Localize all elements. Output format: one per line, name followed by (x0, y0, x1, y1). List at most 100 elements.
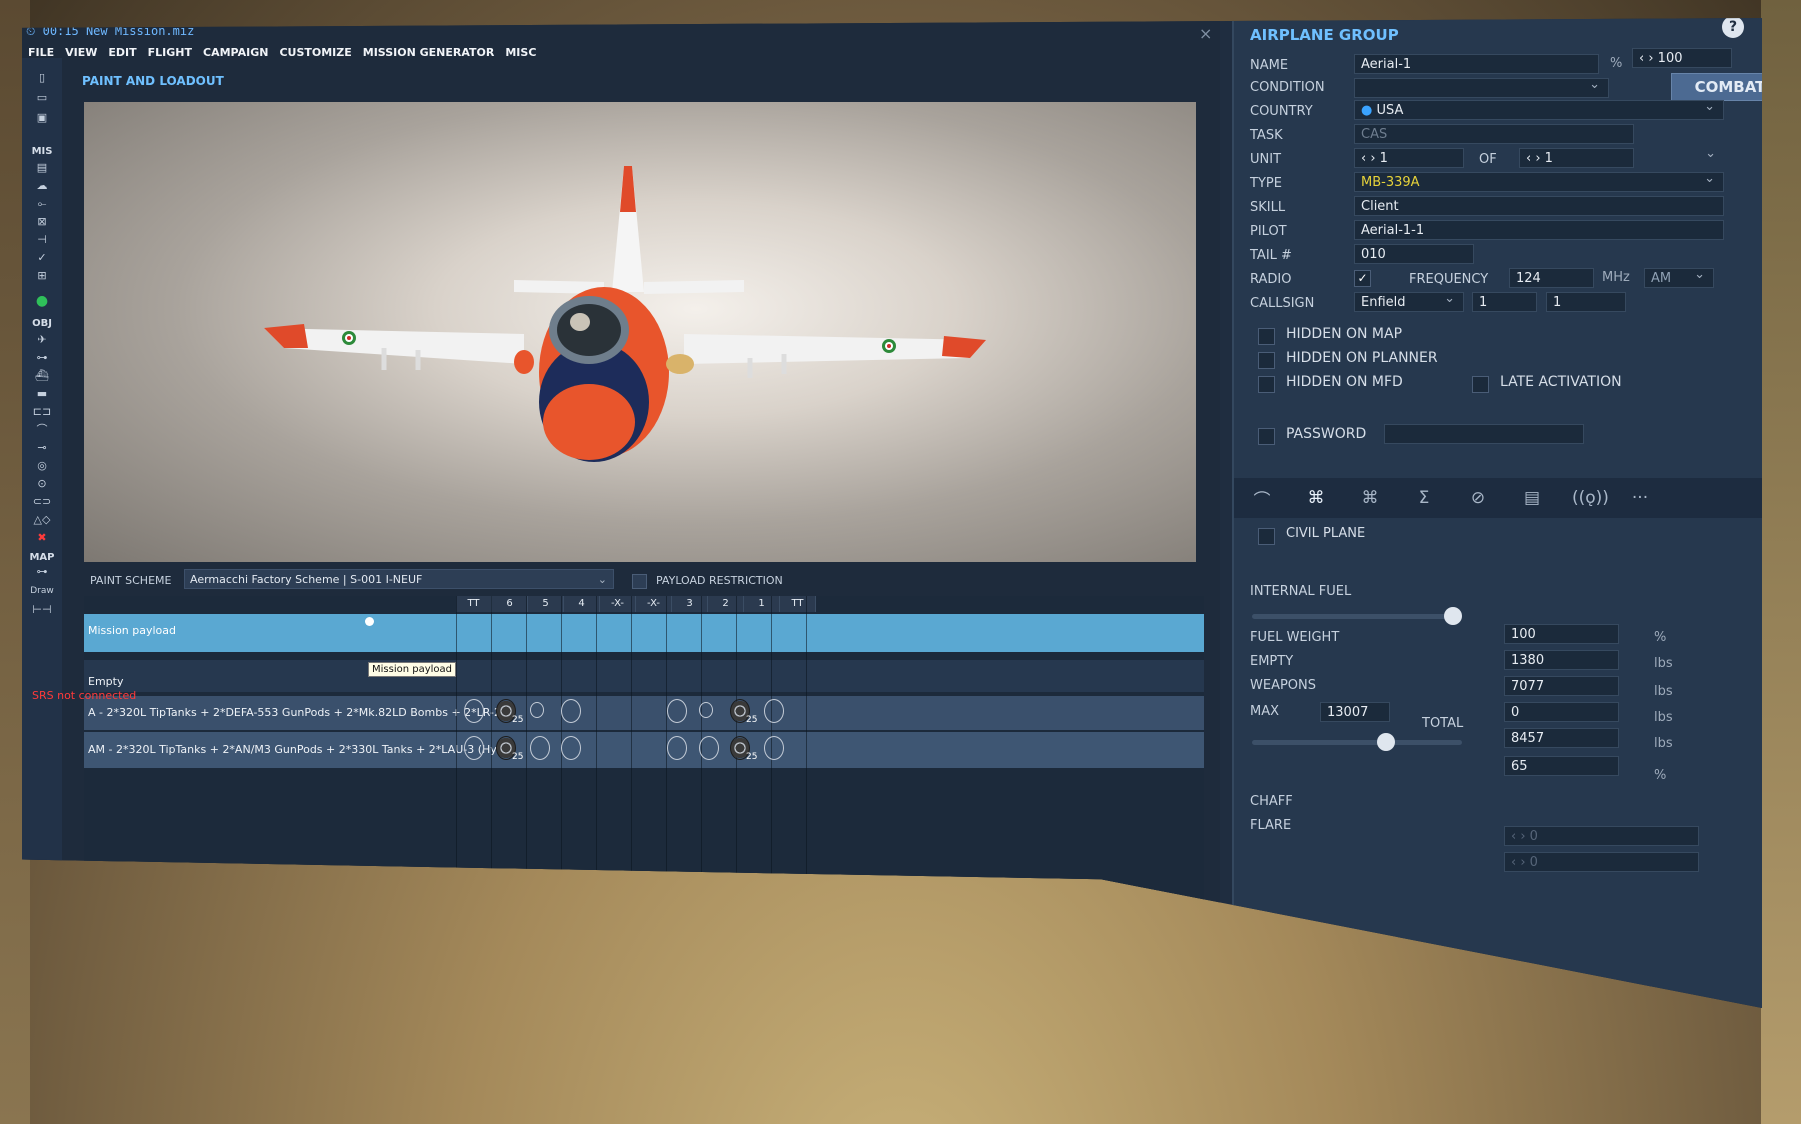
table-row-loadout-am[interactable]: AM - 2*320L TipTanks + 2*AN/M3 GunPods +… (84, 732, 1204, 768)
hidden-on-mfd-checkbox[interactable] (1258, 376, 1275, 393)
measure-icon[interactable]: ⊢⊣ (27, 602, 57, 617)
tiptank-icon[interactable] (764, 736, 784, 760)
late-activation-checkbox[interactable] (1472, 376, 1489, 393)
bomb-icon[interactable] (530, 702, 544, 718)
condition-select[interactable] (1354, 75, 1609, 98)
summary-tab-icon[interactable]: Σ (1410, 488, 1438, 508)
table-row-empty[interactable]: Empty (84, 660, 1204, 692)
rename-button[interactable]: RENAME (332, 924, 421, 942)
country-select[interactable]: ● USA (1354, 97, 1724, 120)
flare-stepper[interactable]: ‹ › 0 (1504, 852, 1699, 872)
weather-icon[interactable]: ☁ (27, 178, 57, 193)
menu-mission-generator[interactable]: MISSION GENERATOR (363, 46, 495, 59)
shapes-icon[interactable]: △◇ (27, 512, 57, 527)
total-weight-slider-knob[interactable] (1376, 733, 1395, 751)
fuel-tank-icon[interactable] (530, 736, 550, 760)
briefing-icon[interactable]: ▤ (27, 160, 57, 175)
menu-edit[interactable]: EDIT (108, 46, 136, 59)
stepper-arrows-icon[interactable]: ‹ › (1526, 151, 1541, 166)
draw-button[interactable]: Draw (27, 584, 57, 599)
total-weight-slider[interactable] (1252, 740, 1462, 745)
static-object-icon[interactable]: ⊏⊐ (27, 404, 57, 419)
alt-tab[interactable]: ALT (800, 996, 832, 1008)
nav-point-icon[interactable]: ⊙ (27, 476, 57, 491)
waypoint-icon[interactable]: ⊸ (27, 440, 57, 455)
radio-tab-icon[interactable]: ((ǫ)) (1572, 488, 1609, 508)
ruler-icon[interactable]: ⊂⊃ (27, 494, 57, 509)
chaff-stepper[interactable]: ‹ › 0 (1504, 826, 1699, 846)
delete-button[interactable]: DELETE (242, 924, 325, 942)
menu-campaign[interactable]: CAMPAIGN (203, 46, 268, 59)
internal-fuel-slider-knob[interactable] (1444, 607, 1462, 625)
save-icon[interactable]: ▣ (27, 110, 57, 125)
ship-icon[interactable]: ⛴ (27, 368, 57, 383)
delete-icon[interactable]: ✖ (27, 530, 57, 545)
callsign-number-1[interactable]: 1 (1472, 292, 1537, 312)
tiptank-icon[interactable] (464, 736, 484, 760)
type-select[interactable]: MB-339A (1354, 169, 1724, 192)
layers-icon[interactable]: ⊞ (27, 268, 57, 283)
help-icon[interactable]: ? (1722, 18, 1744, 38)
open-folder-icon[interactable]: ▭ (27, 90, 57, 105)
skill-select[interactable]: Client (1354, 196, 1724, 216)
menu-customize[interactable]: CUSTOMIZE (279, 46, 351, 59)
map-tab[interactable]: MAP (722, 996, 750, 1008)
radio-checkbox[interactable]: ✓ (1354, 270, 1371, 287)
close-icon[interactable]: × (1199, 24, 1212, 43)
map-filter-icon[interactable]: ⊟ (876, 996, 885, 1008)
menu-flight[interactable]: FLIGHT (148, 46, 192, 59)
unit-stepper[interactable]: ‹ › 1 (1354, 148, 1464, 168)
failures-tab-icon[interactable]: ⊘ (1464, 488, 1492, 508)
trigger-icon[interactable]: ⊣ (27, 232, 57, 247)
callsign-number-2[interactable]: 1 (1546, 292, 1626, 312)
check-icon[interactable]: ✓ (27, 250, 57, 265)
modulation-select[interactable]: AM (1644, 265, 1714, 288)
fuel-tank-icon[interactable] (699, 736, 719, 760)
hidden-on-map-checkbox[interactable] (1258, 328, 1275, 345)
gunpod-icon[interactable] (667, 699, 687, 723)
sat-tab[interactable]: SAT (764, 996, 787, 1008)
target-icon[interactable]: ⊠ (27, 214, 57, 229)
route-tab-icon[interactable]: ⌒ (1248, 486, 1276, 511)
frequency-field[interactable]: 124 (1509, 268, 1594, 288)
targets-tab-icon[interactable]: ⌘ (1356, 488, 1384, 508)
fly-icon[interactable]: ● (27, 294, 57, 309)
password-checkbox[interactable] (1258, 428, 1275, 445)
civil-plane-checkbox[interactable] (1258, 528, 1275, 545)
callsign-select[interactable]: Enfield (1354, 289, 1464, 312)
airplane-icon[interactable]: ✈ (27, 332, 57, 347)
tiptank-icon[interactable] (764, 699, 784, 723)
more-tab-icon[interactable]: ··· (1626, 488, 1654, 508)
tail-field[interactable]: 010 (1354, 244, 1474, 264)
gunpod-icon[interactable] (667, 736, 687, 760)
of-stepper[interactable]: ‹ › 1 (1519, 148, 1634, 168)
task-field[interactable]: CAS (1354, 124, 1634, 144)
unit-select[interactable] (1639, 144, 1724, 168)
zone-icon[interactable]: ◎ (27, 458, 57, 473)
loadout-tab-icon[interactable]: ⌘ (1302, 488, 1330, 508)
table-row-mission-payload[interactable]: Mission payload (84, 614, 1204, 652)
vehicle-icon[interactable]: ▬ (27, 386, 57, 401)
gunpod-icon[interactable] (561, 699, 581, 723)
tiptank-icon[interactable] (464, 699, 484, 723)
template-icon[interactable]: ⌒ (27, 422, 57, 437)
name-field[interactable]: Aerial-1 (1354, 54, 1599, 74)
stepper-arrows-icon[interactable]: ‹ › (1361, 151, 1376, 166)
percent-stepper[interactable]: ‹ › 100 (1632, 48, 1732, 68)
mode-select[interactable]: DFLT (30, 964, 56, 977)
gunpod-icon[interactable] (561, 736, 581, 760)
new-file-icon[interactable]: ▯ (27, 70, 57, 85)
paint-scheme-select[interactable]: Aermacchi Factory Scheme | S-001 I-NEUF ⌄ (184, 569, 614, 589)
aircraft-preview[interactable] (84, 102, 1196, 562)
stepper-arrows-icon[interactable]: ‹ › (1511, 855, 1526, 870)
datalink-tab-icon[interactable]: ▤ (1518, 488, 1546, 508)
stepper-arrows-icon[interactable]: ‹ › (1511, 829, 1526, 844)
fuel-weight-field[interactable]: 100 (1504, 624, 1619, 644)
settings-icon[interactable]: ⚙ (899, 996, 909, 1008)
menu-misc[interactable]: MISC (505, 46, 536, 59)
menu-view[interactable]: VIEW (65, 46, 97, 59)
export-button[interactable]: EXPORT (428, 924, 513, 942)
key-icon[interactable]: ⊶ (27, 564, 57, 579)
hidden-on-planner-checkbox[interactable] (1258, 352, 1275, 369)
new-button[interactable]: NEW (90, 924, 157, 942)
